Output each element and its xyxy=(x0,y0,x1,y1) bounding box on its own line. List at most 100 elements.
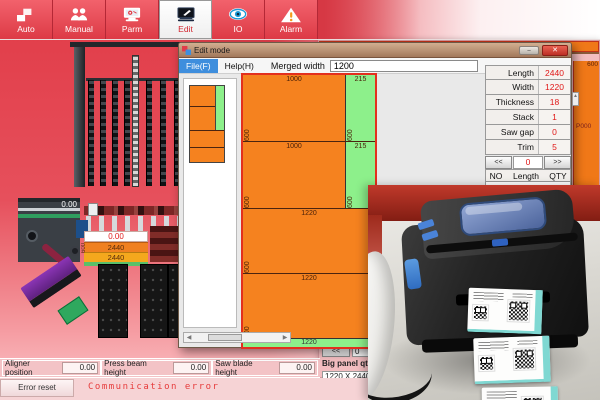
manual-button[interactable]: Manual xyxy=(53,0,106,39)
qr-code xyxy=(473,305,489,321)
param-value[interactable]: 5 xyxy=(538,140,570,154)
conveyor-column xyxy=(98,264,128,338)
layout-row[interactable]: 1220 600 xyxy=(243,209,375,274)
panel-height-dim: 600 xyxy=(244,75,251,141)
param-value[interactable]: 1220 xyxy=(538,80,570,94)
panel-width-dim: 1000 xyxy=(243,76,345,83)
layout-thumbnail-panel[interactable] xyxy=(183,78,237,328)
table-scrollbar[interactable]: ▲ xyxy=(572,92,579,106)
manual-people-icon xyxy=(66,6,92,24)
label-printer-photo xyxy=(368,185,600,400)
box-position-value: 0.00 xyxy=(61,200,77,209)
auto-button[interactable]: Auto xyxy=(0,0,53,39)
status-field: Saw blade height 0.00 xyxy=(212,360,318,376)
qr-code xyxy=(479,356,495,372)
auto-blocks-icon xyxy=(13,6,39,24)
printed-label xyxy=(473,336,551,385)
parm-monitor-gear-icon xyxy=(119,6,145,24)
stack-side-dim: 600 xyxy=(81,243,87,253)
alarm-label: Alarm xyxy=(280,25,302,34)
param-label: Width xyxy=(486,80,538,94)
box-knob xyxy=(26,230,38,242)
minimize-button[interactable]: – xyxy=(519,46,539,55)
offcut-cell[interactable]: 215 600 xyxy=(345,75,375,141)
machine-vertical-post xyxy=(74,47,85,187)
error-reset-button[interactable]: Error reset xyxy=(0,379,74,397)
dialog-titlebar[interactable]: Edit mode – ✕ xyxy=(179,43,571,58)
parm-button[interactable]: Parm xyxy=(106,0,159,39)
status-field: Press beam height 0.00 xyxy=(101,360,212,376)
scrollbar-thumb[interactable] xyxy=(208,334,242,341)
horizontal-scrollbar[interactable]: ◀ ▶ xyxy=(183,332,291,343)
machine-chain xyxy=(124,80,130,186)
panel-height-dim: 600 xyxy=(244,209,251,273)
machine-chain xyxy=(160,80,166,186)
clamp-marker xyxy=(88,203,98,216)
param-value[interactable]: 2440 xyxy=(538,66,570,79)
panel-name: P000 xyxy=(576,123,591,130)
panel-cell[interactable]: 1000 600 xyxy=(243,142,345,208)
next-button[interactable]: >> xyxy=(544,156,571,169)
layout-thumbnail[interactable] xyxy=(189,85,225,163)
edit-button[interactable]: Edit xyxy=(159,0,212,39)
panel-cell[interactable]: 1220 600 xyxy=(243,274,375,338)
param-row[interactable]: Length 2440 xyxy=(485,65,571,80)
panel-width-dim: 1000 xyxy=(243,143,345,150)
io-button[interactable]: IO xyxy=(212,0,265,39)
panel-height-dim: 600 xyxy=(244,142,251,208)
param-value[interactable]: 1 xyxy=(538,110,570,124)
label-text-lines xyxy=(512,293,532,298)
param-row[interactable]: Stack 1 xyxy=(485,110,571,125)
machine-chain xyxy=(112,80,118,186)
panel-cell[interactable]: 1220 600 xyxy=(243,209,375,273)
menu-help[interactable]: Help(H) xyxy=(218,59,261,73)
robot-arm-tip xyxy=(57,296,88,325)
label-text-lines xyxy=(517,340,537,345)
conveyor-column xyxy=(140,264,168,338)
manual-label: Manual xyxy=(65,25,93,34)
aligner-position-value: 0.00 xyxy=(62,362,98,374)
param-value[interactable]: 0 xyxy=(538,125,570,139)
cutting-layout-view[interactable]: 1000 600 215 600 1000 600 215 600 xyxy=(241,73,377,349)
box-green-strip xyxy=(18,214,80,218)
panel-width-dim: 1220 xyxy=(243,210,375,217)
param-row[interactable]: Width 1220 xyxy=(485,80,571,95)
communication-error-message: Communication error xyxy=(88,382,219,392)
printed-label xyxy=(467,288,542,335)
param-label: Saw gap xyxy=(486,125,538,139)
status-field: Aligner position 0.00 xyxy=(2,360,101,376)
param-value[interactable]: 18 xyxy=(538,95,570,109)
close-button[interactable]: ✕ xyxy=(542,45,568,56)
scroll-left-arrow[interactable]: ◀ xyxy=(184,334,194,341)
merged-width-input[interactable] xyxy=(330,60,478,72)
menu-file[interactable]: File(F) xyxy=(179,59,218,73)
main-toolbar: Auto Manual Parm Edit IO Alarm xyxy=(0,0,600,40)
layout-row[interactable]: 1000 600 215 600 xyxy=(243,142,375,209)
press-beam-height-value: 0.00 xyxy=(173,362,209,374)
layout-row[interactable]: 1220 600 xyxy=(243,274,375,338)
alarm-button[interactable]: Alarm xyxy=(265,0,318,39)
layout-row[interactable]: 1000 600 215 600 xyxy=(243,75,375,142)
param-row[interactable]: Saw gap 0 xyxy=(485,125,571,140)
machine-chain xyxy=(88,80,94,186)
io-label: IO xyxy=(234,25,243,34)
aligner-position-label: Aligner position xyxy=(5,359,62,377)
header-no: NO xyxy=(486,170,506,181)
offcut-height-dim: 600 xyxy=(347,75,354,141)
param-row[interactable]: Thickness 18 xyxy=(485,95,571,110)
param-label: Thickness xyxy=(486,95,538,109)
parameter-table: Length 2440 Width 1220 Thickness 18 Stac… xyxy=(485,65,571,196)
scroll-right-arrow[interactable]: ▶ xyxy=(280,334,290,341)
machine-chain xyxy=(100,80,106,186)
status-bar: Aligner position 0.00 Press beam height … xyxy=(0,358,320,378)
dialog-icon xyxy=(182,46,191,55)
right-panel-section: 600 P000 xyxy=(574,61,599,201)
offcut-height-dim: 600 xyxy=(347,142,354,208)
qr-code xyxy=(514,348,536,370)
panel-cell[interactable]: 1000 600 xyxy=(243,75,345,141)
prev-button[interactable]: << xyxy=(485,156,512,169)
merged-width-label: Merged width xyxy=(271,61,325,71)
param-label: Trim xyxy=(486,140,538,154)
printed-label xyxy=(482,386,559,400)
param-row[interactable]: Trim 5 xyxy=(485,140,571,155)
